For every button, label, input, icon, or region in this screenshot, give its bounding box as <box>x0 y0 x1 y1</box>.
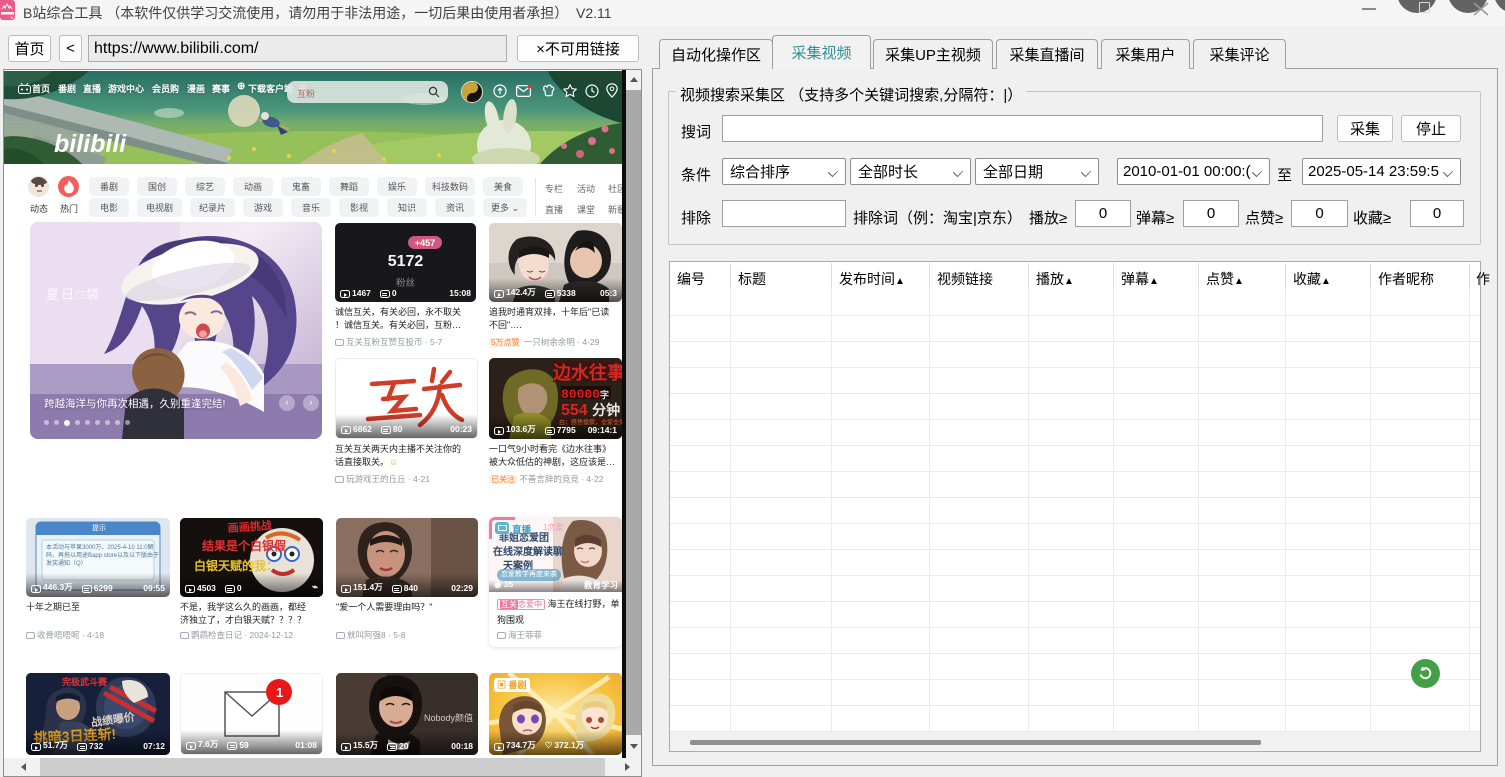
svg-text:本活动与苹果3000万，2025-4-10 11:0解: 本活动与苹果3000万，2025-4-10 11:0解 <box>46 543 154 551</box>
svg-text:Nobody颜值: Nobody颜值 <box>424 712 473 723</box>
svg-text:结果是个白银假: 结果是个白银假 <box>202 538 287 553</box>
svg-text:白银天赋的我：: 白银天赋的我： <box>194 558 278 573</box>
svg-text:发奖通知（Q）: 发奖通知（Q） <box>46 559 87 567</box>
svg-text:提示: 提示 <box>92 523 106 532</box>
svg-text:完极武斗赛: 完极武斗赛 <box>62 676 108 687</box>
svg-text:在线深度解读聊: 在线深度解读聊 <box>493 545 563 558</box>
svg-text:1: 1 <box>276 685 283 700</box>
svg-text:bilibili: bilibili <box>54 130 127 158</box>
svg-text:边水往事: 边水往事 <box>552 362 622 383</box>
svg-text:码，再拖以用途Bapp store以及以下版由于: 码，再拖以用途Bapp store以及以下版由于 <box>46 551 159 559</box>
